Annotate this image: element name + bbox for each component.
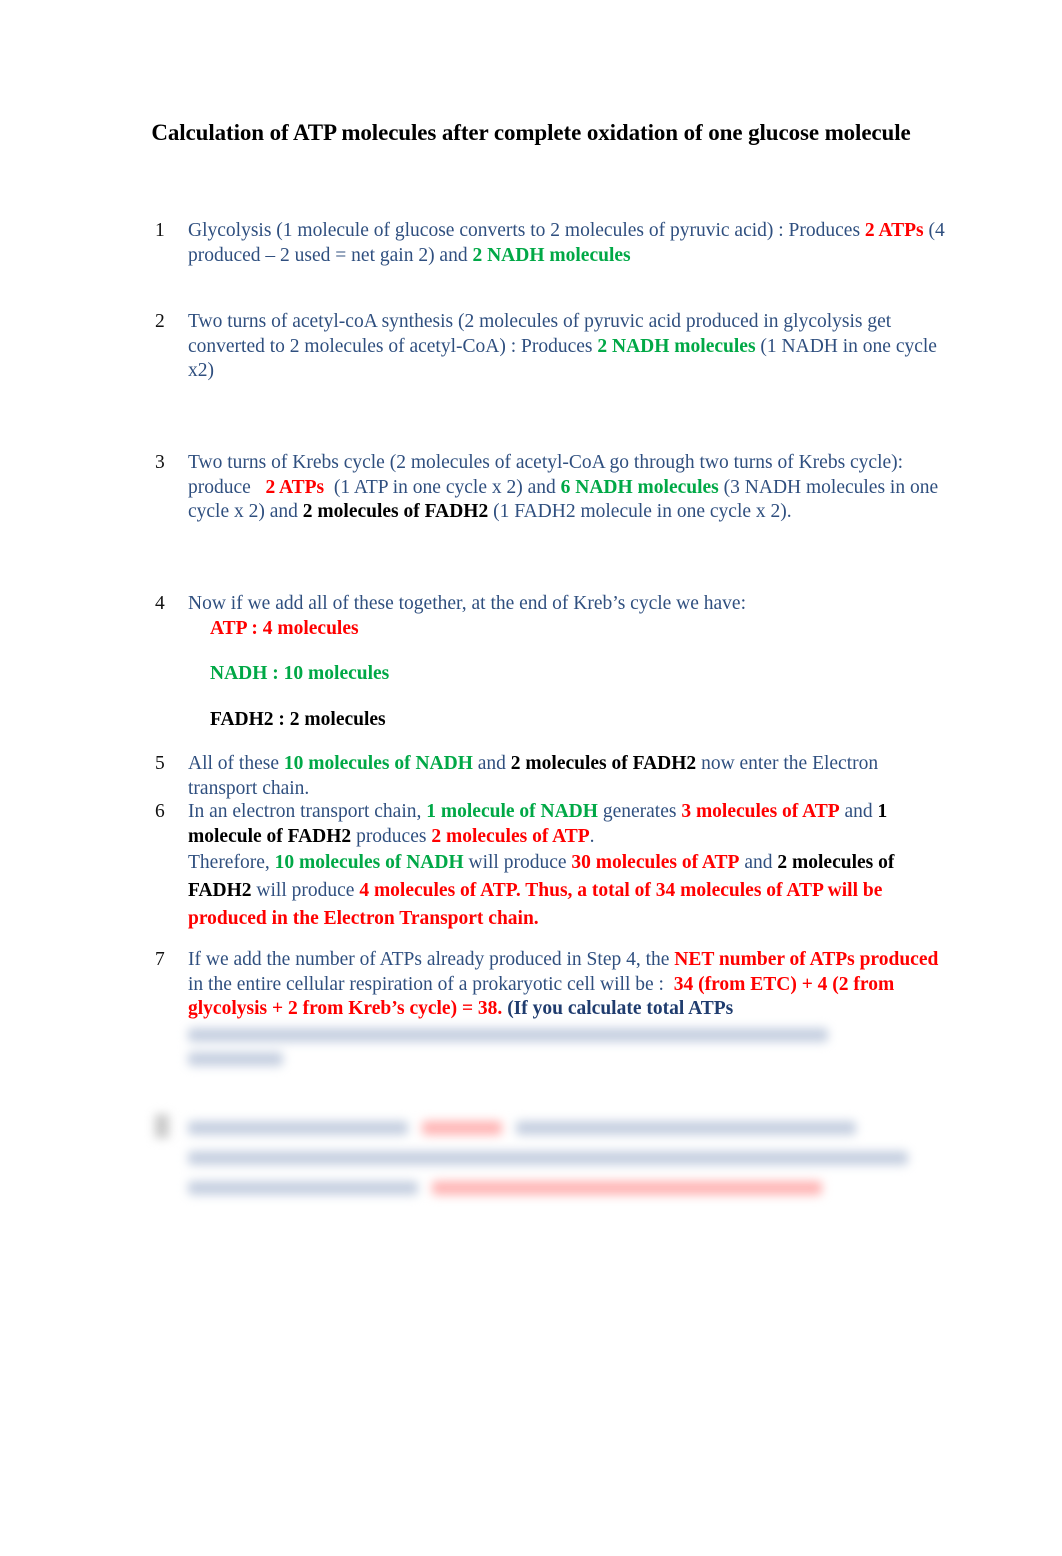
text: Now if we add all of these together, at … (188, 593, 747, 614)
blurred-line (422, 1121, 502, 1135)
nadh-highlight: 10 molecules of NADH (274, 852, 464, 873)
text: generates (597, 801, 682, 822)
step-5: 5 All of these 10 molecules of NADH and … (155, 752, 945, 801)
step-text: If we add the number of ATPs already pro… (188, 948, 945, 1066)
step-number-blurred: █ (155, 1116, 169, 1137)
nadh-highlight: 6 NADH molecules (560, 476, 719, 498)
text: . (589, 825, 595, 847)
fadh2-total: FADH2 : 2 molecules (210, 708, 386, 730)
text: Therefore, (188, 852, 275, 873)
step-8-blurred: █ (155, 1115, 945, 1205)
step-4: 4 Now if we add all of these together, a… (155, 592, 945, 732)
text: All of these (188, 753, 284, 774)
blurred-row (188, 1115, 945, 1145)
step-number: 6 (155, 801, 165, 822)
step-3: 3 Two turns of Krebs cycle (2 molecules … (155, 451, 945, 525)
fadh2-highlight: 2 molecules of FADH2 (510, 753, 697, 774)
text: (1 ATP in one cycle x 2) and (324, 476, 561, 498)
blurred-line (432, 1181, 822, 1195)
step-1: 1 Glycolysis (1 molecule of glucose conv… (155, 219, 945, 268)
atp-highlight: 3 molecules of ATP (681, 801, 840, 822)
text: If we add the number of ATPs already pro… (188, 949, 675, 970)
atp-highlight: 2 ATPs (864, 220, 924, 241)
text: will produce (251, 880, 360, 901)
text: Glycolysis (1 molecule of glucose conver… (188, 220, 865, 241)
nadh-highlight: 2 NADH molecules (597, 335, 756, 357)
step-text: Two turns of acetyl-coA synthesis (2 mol… (188, 310, 945, 384)
atp-highlight: 2 ATPs (265, 476, 325, 498)
blurred-content (188, 1027, 945, 1066)
step-number: 1 (155, 220, 165, 241)
step-6: 6 In an electron transport chain, 1 mole… (155, 800, 945, 933)
text: and (472, 753, 511, 774)
blurred-line (516, 1121, 856, 1135)
blurred-line (188, 1121, 408, 1135)
text: and (839, 801, 878, 822)
nadh-highlight: 1 molecule of NADH (426, 801, 598, 822)
atp-highlight: 30 molecules of ATP (571, 852, 740, 873)
text: produces (351, 825, 432, 847)
document-title: Calculation of ATP molecules after compl… (151, 120, 911, 145)
nadh-highlight: 10 molecules of NADH (283, 753, 473, 774)
blurred-row (188, 1175, 945, 1205)
step-number: 5 (155, 753, 165, 774)
step-number: 3 (155, 452, 165, 473)
step-text: Two turns of Krebs cycle (2 molecules of… (188, 451, 945, 525)
text: In an electron transport chain, (188, 801, 427, 822)
step-2: 2 Two turns of acetyl-coA synthesis (2 m… (155, 310, 945, 384)
nadh-total: NADH : 10 molecules (210, 663, 390, 684)
atp-highlight: 2 molecules of ATP (431, 825, 590, 847)
step-text: Glycolysis (1 molecule of glucose conver… (188, 219, 945, 268)
blurred-content (188, 1115, 945, 1205)
text: will produce (463, 852, 572, 873)
step-number: 4 (155, 593, 165, 614)
blurred-line (188, 1151, 908, 1165)
atp-total: ATP : 4 molecules (210, 617, 359, 639)
step-number: 2 (155, 311, 165, 332)
step-7: 7 If we add the number of ATPs already p… (155, 948, 945, 1076)
blurred-line (188, 1051, 283, 1066)
text: (If you calculate total ATPs (502, 998, 734, 1019)
nadh-highlight: 2 NADH molecules (472, 244, 631, 266)
blurred-line (188, 1181, 418, 1195)
net-atp-highlight: NET number of ATPs produced (674, 949, 939, 970)
fadh2-highlight: 2 molecules of FADH2 (302, 501, 489, 522)
text: and (739, 852, 778, 873)
blurred-line (188, 1027, 828, 1042)
step-number: 7 (155, 949, 165, 970)
text: (1 FADH2 molecule in one cycle x 2). (488, 501, 792, 522)
step-text: In an electron transport chain, 1 molecu… (188, 800, 945, 933)
step-text: All of these 10 molecules of NADH and 2 … (188, 752, 945, 801)
step-text: Now if we add all of these together, at … (188, 592, 945, 732)
